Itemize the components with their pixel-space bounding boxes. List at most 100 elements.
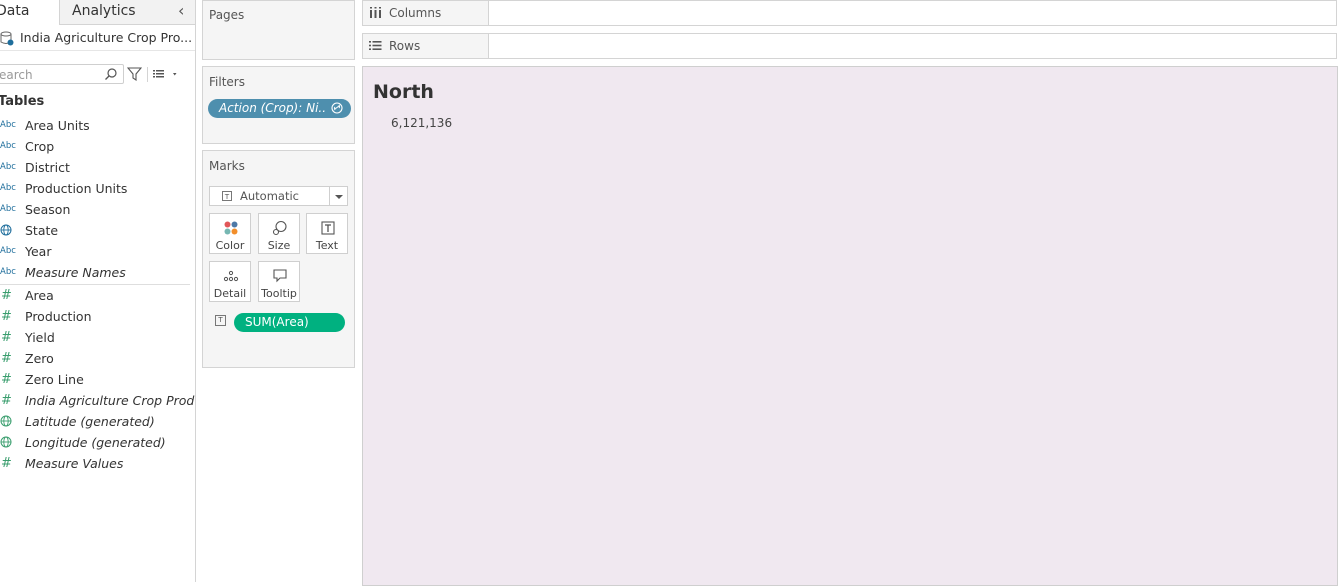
field-longitude[interactable]: Longitude (generated) (0, 433, 195, 454)
number-type-icon: # (1, 393, 12, 408)
globe-icon (0, 224, 12, 236)
string-type-icon: Abc (0, 141, 16, 151)
filter-pill-label: Action (Crop): Ni.. (219, 101, 327, 115)
field-label: Zero Line (25, 372, 84, 387)
datasource-name: India Agriculture Crop Pro... (20, 30, 193, 45)
field-label: India Agriculture Crop Prod... (25, 393, 196, 408)
tooltip-label: Tooltip (261, 287, 297, 300)
tab-data[interactable]: Data (0, 0, 60, 25)
rows-label: Rows (389, 39, 421, 53)
field-year[interactable]: Abc Year (0, 242, 195, 263)
field-label: Measure Values (25, 456, 124, 471)
text-mark-icon: T (222, 191, 232, 201)
detail-button[interactable]: Detail (209, 261, 251, 302)
data-pane: Data Analytics ‹ India Agriculture Crop … (0, 0, 196, 582)
mark-type-label: Automatic (240, 189, 299, 203)
number-type-icon: # (1, 456, 12, 471)
search-icon[interactable] (104, 67, 118, 81)
filters-shelf[interactable]: Filters Action (Crop): Ni.. (202, 66, 355, 144)
string-type-icon: Abc (0, 162, 16, 172)
field-yield[interactable]: # Yield (0, 328, 195, 349)
color-label: Color (215, 239, 245, 252)
color-button[interactable]: Color (209, 213, 251, 254)
chevron-down-icon (329, 187, 347, 205)
columns-icon (370, 7, 381, 18)
detail-label: Detail (213, 287, 247, 300)
string-type-icon: Abc (0, 120, 16, 130)
text-mark-icon: T (215, 315, 226, 326)
field-label: Area Units (25, 118, 90, 133)
chevron-left-icon[interactable]: ‹ (178, 0, 184, 22)
size-button[interactable]: Size (258, 213, 300, 254)
field-zero[interactable]: # Zero (0, 349, 195, 370)
color-icon (224, 221, 238, 235)
field-crop[interactable]: Abc Crop (0, 137, 195, 158)
string-type-icon: Abc (0, 246, 16, 256)
viz-canvas[interactable]: North 6,121,136 (362, 66, 1338, 586)
field-state[interactable]: State (0, 221, 195, 242)
tab-analytics[interactable]: Analytics (72, 0, 136, 24)
pages-shelf[interactable]: Pages (202, 0, 355, 60)
number-type-icon: # (1, 330, 12, 345)
field-zero-line[interactable]: # Zero Line (0, 370, 195, 391)
tables-heading: Tables (0, 94, 45, 109)
field-record-count[interactable]: # India Agriculture Crop Prod... (0, 391, 195, 412)
sum-area-pill[interactable]: SUM(Area) (234, 313, 345, 332)
field-production[interactable]: # Production (0, 307, 195, 328)
filter-pill[interactable]: Action (Crop): Ni.. (208, 99, 351, 118)
number-type-icon: # (1, 372, 12, 387)
rows-header: Rows (363, 34, 489, 58)
filter-icon[interactable] (127, 67, 142, 81)
field-label: Production Units (25, 181, 128, 196)
view-title: North (373, 81, 434, 103)
field-area[interactable]: # Area (0, 286, 195, 307)
mark-type-dropdown[interactable]: T Automatic (209, 186, 348, 206)
field-label: District (25, 160, 70, 175)
filters-title: Filters (209, 75, 245, 89)
detail-icon (223, 270, 239, 282)
text-label: Text (315, 239, 339, 252)
field-area-units[interactable]: Abc Area Units (0, 116, 195, 137)
number-type-icon: # (1, 309, 12, 324)
field-label: Longitude (generated) (25, 435, 166, 450)
field-label: Area (25, 288, 54, 303)
field-label: Yield (25, 330, 55, 345)
rows-shelf[interactable]: Rows (362, 33, 1337, 59)
field-label: Production (25, 309, 92, 324)
pages-title: Pages (209, 8, 245, 22)
link-icon (331, 102, 343, 114)
field-label: Zero (25, 351, 54, 366)
columns-label: Columns (389, 6, 442, 20)
field-production-units[interactable]: Abc Production Units (0, 179, 195, 200)
field-label: Season (25, 202, 71, 217)
list-view-icon[interactable] (152, 67, 178, 81)
rows-icon (369, 41, 382, 50)
pane-tabs: Data Analytics ‹ (0, 0, 195, 25)
string-type-icon: Abc (0, 183, 16, 193)
number-type-icon: # (1, 288, 12, 303)
field-district[interactable]: Abc District (0, 158, 195, 179)
globe-icon (0, 436, 12, 448)
string-type-icon: Abc (0, 204, 16, 214)
columns-header: Columns (363, 1, 489, 25)
columns-shelf[interactable]: Columns (362, 0, 1337, 26)
marks-card: Marks T Automatic Color Size Text Detail… (202, 150, 355, 368)
tooltip-icon (273, 269, 287, 283)
field-label: Measure Names (25, 265, 126, 280)
field-season[interactable]: Abc Season (0, 200, 195, 221)
field-measure-names[interactable]: Abc Measure Names (0, 263, 195, 284)
text-icon (321, 221, 335, 235)
marks-title: Marks (209, 159, 245, 173)
string-type-icon: Abc (0, 267, 16, 277)
field-latitude[interactable]: Latitude (generated) (0, 412, 195, 433)
tooltip-button[interactable]: Tooltip (258, 261, 300, 302)
view-value[interactable]: 6,121,136 (391, 116, 452, 130)
size-label: Size (267, 239, 291, 252)
globe-icon (0, 415, 12, 427)
text-button[interactable]: Text (306, 213, 348, 254)
number-type-icon: # (1, 351, 12, 366)
datasource-item[interactable]: India Agriculture Crop Pro... (0, 28, 195, 51)
field-measure-values[interactable]: # Measure Values (0, 454, 195, 475)
toolbar-divider (147, 67, 148, 82)
field-label: Year (25, 244, 52, 259)
